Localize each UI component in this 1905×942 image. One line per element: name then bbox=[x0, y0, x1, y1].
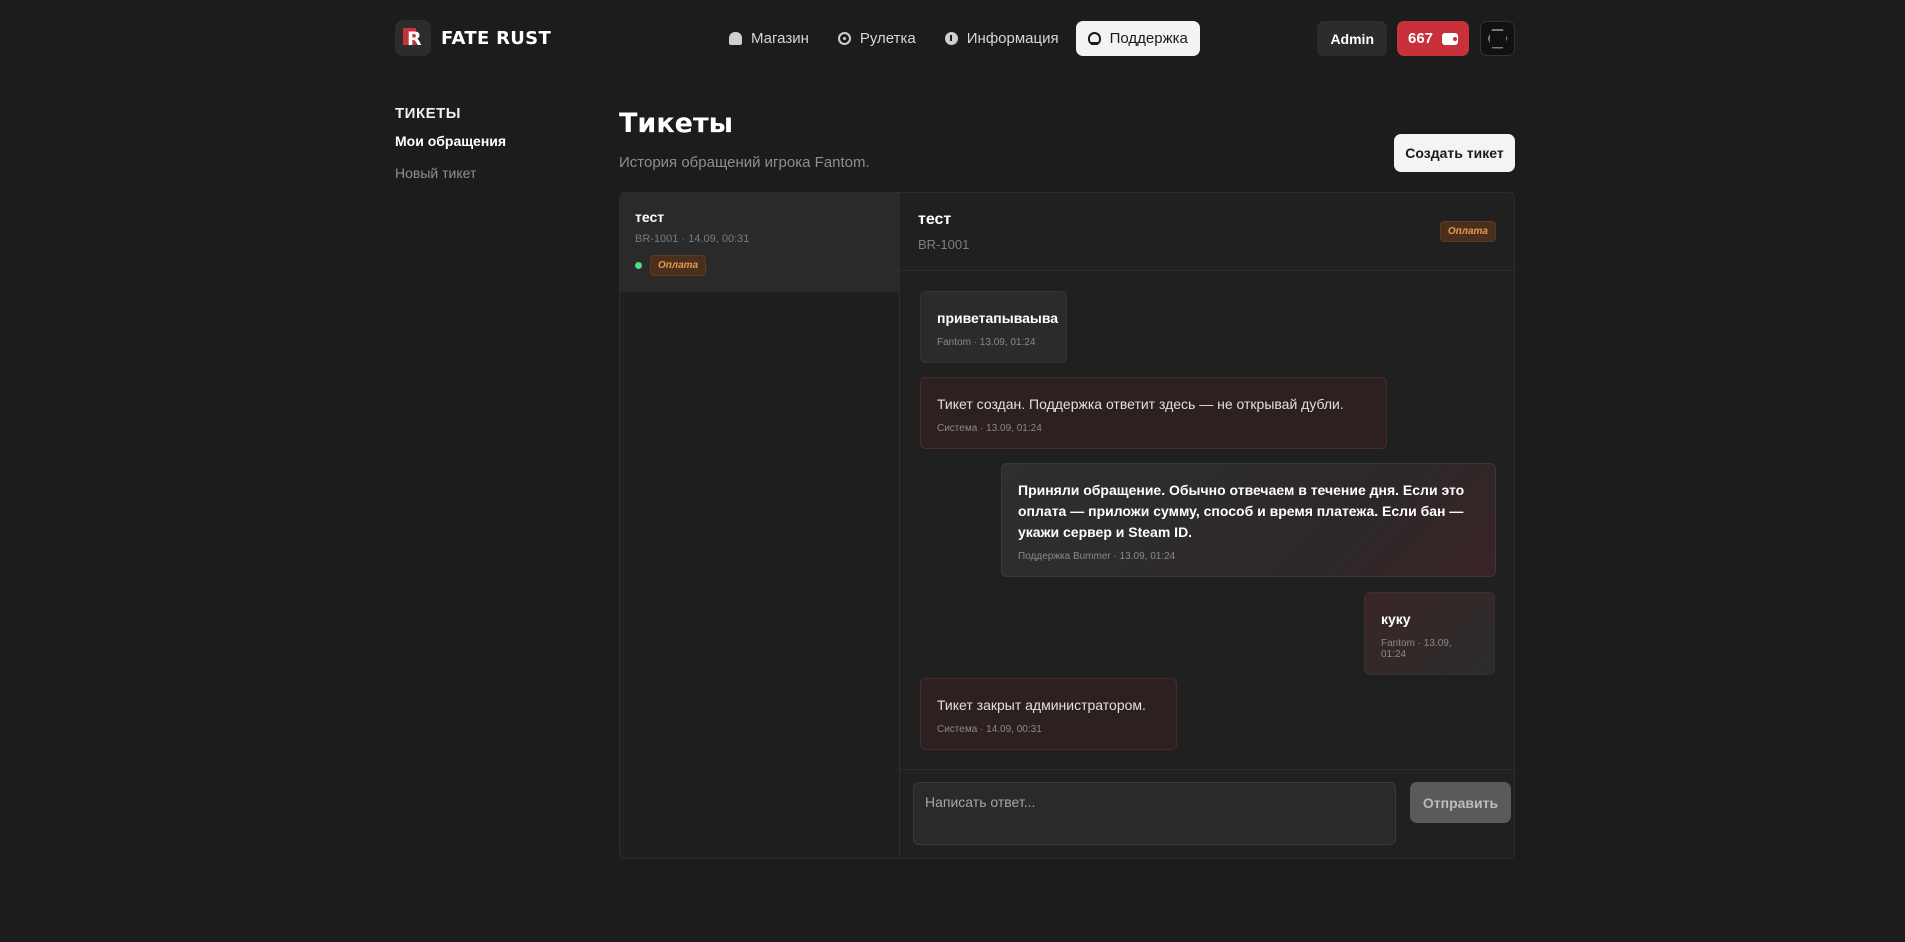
message-meta: Система · 14.09, 00:31 bbox=[937, 724, 1042, 735]
message-text: Тикет закрыт администратором. bbox=[937, 697, 1146, 713]
chat-ticket-id: BR-1001 bbox=[918, 237, 970, 252]
nav-support[interactable]: Поддержка bbox=[1075, 21, 1200, 56]
ticket-chat: тест BR-1001 Оплата приветапываыва Fanto… bbox=[900, 193, 1514, 858]
logo[interactable]: R FATE RUST bbox=[395, 20, 551, 56]
ticket-name: тест bbox=[635, 209, 665, 225]
support-icon bbox=[1087, 32, 1101, 45]
message-list: приветапываыва Fantom · 13.09, 01:24 Тик… bbox=[900, 271, 1514, 763]
ticket-list-item[interactable]: тест BR-1001 · 14.09, 00:31 Оплата bbox=[620, 193, 899, 292]
sidebar-item-my-tickets[interactable]: Мои обращения bbox=[395, 133, 506, 149]
logo-icon: R bbox=[395, 20, 431, 56]
message-text: Тикет создан. Поддержка ответит здесь — … bbox=[937, 396, 1344, 412]
avatar-icon bbox=[1487, 28, 1508, 49]
reply-input[interactable] bbox=[913, 782, 1396, 845]
chat-category-badge: Оплата bbox=[1439, 221, 1496, 242]
main-nav: Магазин Рулетка Информация Поддержка bbox=[717, 21, 1205, 56]
message-system: Тикет создан. Поддержка ответит здесь — … bbox=[920, 377, 1387, 449]
message-text: приветапываыва bbox=[937, 310, 1059, 326]
admin-button[interactable]: Admin bbox=[1317, 21, 1387, 56]
balance-button[interactable]: 667 bbox=[1397, 21, 1469, 56]
wallet-icon bbox=[1442, 32, 1459, 45]
page-title: Тикеты bbox=[619, 108, 734, 139]
message-own: куку Fantom · 13.09, 01:24 bbox=[1364, 592, 1495, 675]
balance-value: 667 bbox=[1408, 30, 1434, 47]
nav-info-label: Информация bbox=[966, 30, 1059, 47]
message-text: Приняли обращение. Обычно отвечаем в теч… bbox=[1018, 482, 1465, 540]
info-icon bbox=[944, 32, 958, 45]
message-text: куку bbox=[1381, 611, 1411, 627]
nav-roulette[interactable]: Рулетка bbox=[826, 21, 928, 56]
sidebar-item-new-ticket[interactable]: Новый тикет bbox=[395, 165, 506, 181]
user-tools: Admin 667 bbox=[1317, 21, 1515, 56]
message-meta: Поддержка Bummer · 13.09, 01:24 bbox=[1018, 551, 1176, 562]
category-badge: Оплата bbox=[650, 255, 707, 276]
top-bar: R FATE RUST Магазин Рулетка Информация П… bbox=[395, 20, 1515, 58]
nav-roulette-label: Рулетка bbox=[859, 30, 916, 47]
message-user: приветапываыва Fantom · 13.09, 01:24 bbox=[920, 291, 1067, 363]
home-icon bbox=[729, 32, 742, 45]
tickets-panel: тест BR-1001 · 14.09, 00:31 Оплата тест … bbox=[619, 192, 1515, 859]
wheel-icon bbox=[837, 32, 851, 45]
ticket-list: тест BR-1001 · 14.09, 00:31 Оплата bbox=[620, 193, 900, 858]
sidebar-title: ТИКЕТЫ bbox=[395, 105, 461, 122]
status-dot bbox=[635, 262, 642, 269]
chat-title: тест bbox=[918, 211, 952, 228]
message-system: Тикет закрыт администратором. Система · … bbox=[920, 678, 1177, 750]
ticket-meta: BR-1001 · 14.09, 00:31 bbox=[635, 233, 750, 245]
nav-support-label: Поддержка bbox=[1109, 30, 1188, 47]
sidebar: ТИКЕТЫ Мои обращения Новый тикет bbox=[395, 105, 506, 181]
nav-shop[interactable]: Магазин bbox=[717, 21, 821, 56]
nav-shop-label: Магазин bbox=[751, 30, 809, 47]
page-subtitle: История обращений игрока Fantom. bbox=[619, 154, 870, 171]
avatar[interactable] bbox=[1480, 21, 1515, 56]
send-button[interactable]: Отправить bbox=[1410, 782, 1511, 823]
message-meta: Система · 13.09, 01:24 bbox=[937, 423, 1042, 434]
chat-header: тест BR-1001 Оплата bbox=[900, 193, 1514, 271]
message-meta: Fantom · 13.09, 01:24 bbox=[1381, 638, 1452, 660]
nav-info[interactable]: Информация bbox=[933, 21, 1071, 56]
brand-name: FATE RUST bbox=[441, 27, 552, 49]
reply-composer: Отправить bbox=[900, 769, 1514, 858]
message-meta: Fantom · 13.09, 01:24 bbox=[937, 337, 1036, 348]
create-ticket-button[interactable]: Создать тикет bbox=[1394, 134, 1515, 172]
message-support: Приняли обращение. Обычно отвечаем в теч… bbox=[1001, 463, 1496, 577]
